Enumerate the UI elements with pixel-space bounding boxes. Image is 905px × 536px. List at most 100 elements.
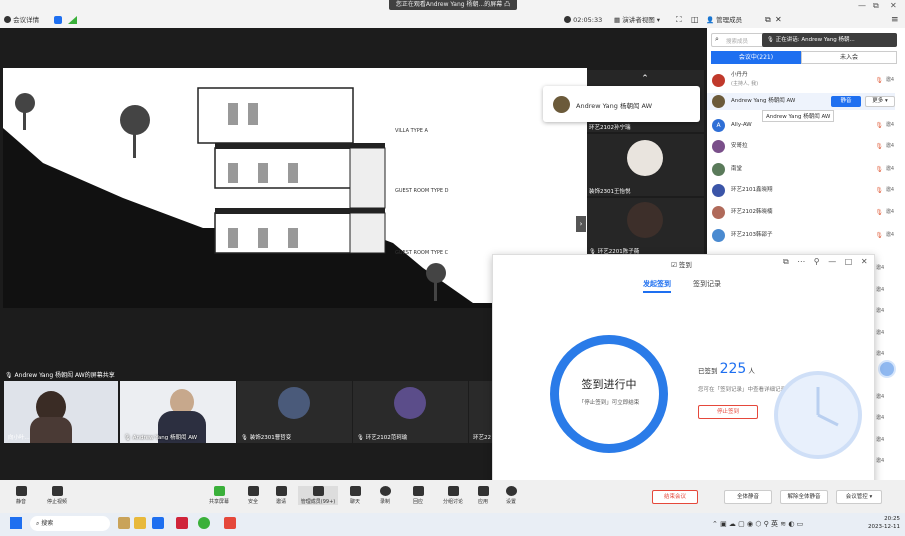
gear-icon	[505, 486, 517, 496]
security-button[interactable]: 安全	[240, 486, 266, 505]
invite-button[interactable]: 邀请	[268, 486, 294, 505]
mic-muted-icon[interactable]: 🎙	[875, 227, 883, 244]
taskbar-search[interactable]: ⌕ 搜索	[30, 516, 110, 531]
mic-muted-icon[interactable]: 🎙	[875, 117, 883, 134]
shield-icon[interactable]	[54, 16, 62, 24]
participant-row[interactable]: 安哥拉 🎙 邀4	[707, 138, 895, 155]
mic-muted-icon[interactable]: 🎙	[875, 72, 883, 89]
video-thumb[interactable]: 🎙 环艺2201陈子薇	[587, 198, 704, 256]
participant-role: (主持人, 我)	[731, 81, 759, 87]
participant-name: Andrew Yang 杨朝闳 AW	[731, 98, 796, 104]
video-thumb[interactable]: 装饰2301王怡悦	[587, 134, 704, 196]
participant-row[interactable]: 环艺2102韩晓楠 🎙 邀4	[707, 204, 895, 221]
record-button[interactable]: 录制	[372, 486, 398, 505]
close-panel-icon[interactable]: ✕	[775, 14, 782, 26]
manage-members-button[interactable]: 管理成员(99+)	[298, 486, 338, 505]
layout-icon[interactable]: ◫	[691, 14, 699, 26]
mute-participant-button[interactable]: 静音	[831, 96, 861, 107]
share-owner-name: Andrew Yang 杨朝闳 AW的屏幕共享	[14, 372, 115, 379]
manage-label: 管理成员(99+)	[300, 499, 336, 505]
video-tile[interactable]: 🎙 环艺2102范珂瑜	[353, 381, 468, 443]
stop-video-button[interactable]: 停止视频	[44, 486, 70, 505]
avatar	[627, 202, 663, 238]
dialog-window-controls[interactable]: ⧉ ⋯ ⚲ — □ ✕	[783, 257, 871, 267]
avatar	[712, 95, 725, 108]
participant-row[interactable]: 小丹丹 (主持人, 我) 🎙 邀4	[707, 72, 895, 92]
tab-start-sign-in[interactable]: 发起签到	[643, 279, 671, 293]
manage-members-button[interactable]: 👤 管理成员	[706, 14, 742, 26]
system-clock[interactable]: 20:25 2023-12-11	[862, 515, 900, 531]
meeting-details-label: 会议详情	[13, 16, 40, 24]
menu-icon[interactable]: ≡	[891, 14, 899, 26]
settings-button[interactable]: 设置	[498, 486, 524, 505]
network-status: 邀4	[885, 187, 894, 193]
sharing-banner: 您正在观看Andrew Yang 杨朝...的屏幕 凸	[389, 0, 517, 10]
avatar	[712, 74, 725, 87]
chat-button[interactable]: 聊天	[342, 486, 368, 505]
share-owner-label: 🎙 Andrew Yang 杨朝闳 AW的屏幕共享	[5, 372, 115, 379]
app-icon[interactable]	[198, 517, 210, 529]
scroll-up-icon[interactable]: ⌃	[637, 74, 653, 84]
settings-label: 设置	[505, 499, 516, 505]
taskbar-search-label: 搜索	[41, 520, 54, 527]
mic-muted-icon[interactable]: 🎙	[875, 138, 883, 155]
participant-row[interactable]: A Ally-AW 🎙 邀4	[707, 117, 895, 134]
network-status: 邀4	[885, 209, 894, 215]
close-icon[interactable]: ✕	[890, 1, 897, 10]
fullscreen-icon[interactable]: ⛶	[676, 14, 682, 26]
unmute-all-button[interactable]: 解除全体静音	[780, 490, 828, 504]
video-tile[interactable]: 🎙 装饰2301曹哲变	[237, 381, 352, 443]
participant-row[interactable]: 南堂 🎙 邀4	[707, 161, 895, 178]
system-tray[interactable]: ⌃ ▣ ☁ ▢ ◉ ⬡ ⚲ 英 ≋ ◐ ▭	[712, 519, 803, 529]
floating-assistant-icon[interactable]	[878, 360, 896, 378]
clock-time: 20:25	[884, 516, 900, 522]
participant-row[interactable]: 环艺2103韩邵子 🎙 邀4	[707, 227, 895, 244]
video-tile[interactable]: 环艺22	[469, 381, 493, 443]
mic-muted-icon[interactable]: 🎙	[875, 204, 883, 221]
breakout-button[interactable]: 分组讨论	[440, 486, 466, 505]
reactions-button[interactable]: 回应	[405, 486, 431, 505]
restore-icon[interactable]: ⧉	[873, 1, 879, 11]
tile-name-text: Andrew Yang 杨朝闳 AW	[132, 435, 198, 441]
more-button[interactable]: 更多 ▾	[865, 96, 895, 107]
wps-icon[interactable]	[176, 517, 188, 529]
app-icon[interactable]	[118, 517, 130, 529]
participant-name: Ally-AW	[731, 122, 752, 128]
label-villa: VILLA TYPE A	[395, 128, 428, 134]
info-icon	[4, 16, 11, 23]
tab-not-joined[interactable]: 未入会	[801, 51, 897, 64]
share-screen-button[interactable]: 共享屏幕	[206, 486, 232, 505]
share-screen-label: 共享屏幕	[208, 499, 229, 505]
count-prefix: 已签到	[698, 367, 718, 375]
app-icon[interactable]	[224, 517, 236, 529]
stop-sign-in-button[interactable]: 停止签到	[698, 405, 758, 419]
mute-button[interactable]: 静音	[8, 486, 34, 505]
meeting-details[interactable]: 会议详情	[4, 14, 39, 26]
network-status: 邀4	[885, 232, 894, 238]
video-tile[interactable]: 向小叶...	[4, 381, 118, 443]
participant-row[interactable]: 环艺2101鑫晓翔 🎙 邀4	[707, 182, 895, 199]
meeting-control-button[interactable]: 会议管控 ▾	[836, 490, 882, 504]
video-tile[interactable]: 🎙 Andrew Yang 杨朝闳 AW	[120, 381, 236, 443]
speaking-indicator: 🎙 正在讲话: Andrew Yang 杨朝...	[762, 33, 897, 47]
next-page-icon[interactable]: ›	[576, 216, 586, 232]
meeting-app-icon[interactable]	[152, 517, 164, 529]
app-icon[interactable]	[134, 517, 146, 529]
windows-start-icon[interactable]	[10, 517, 22, 529]
speaker-view-button[interactable]: ▦ 演讲者视图 ▾	[614, 14, 660, 26]
mute-all-button[interactable]: 全体静音	[724, 490, 772, 504]
popout-icon[interactable]: ⧉	[765, 14, 771, 26]
ime-indicator[interactable]: 英	[771, 520, 778, 528]
minimize-icon[interactable]: —	[858, 1, 866, 10]
signal-icon	[68, 16, 77, 24]
participant-row[interactable]: Andrew Yang 杨朝闳 AW 静音 更多 ▾	[707, 93, 895, 110]
sign-in-count: 已签到 225 人	[698, 361, 755, 377]
stop-video-label: 停止视频	[46, 499, 67, 505]
mic-muted-icon[interactable]: 🎙	[875, 161, 883, 178]
network-status: 邀4	[885, 166, 894, 172]
end-meeting-button[interactable]: 结束会议	[652, 490, 698, 504]
mic-muted-icon[interactable]: 🎙	[875, 182, 883, 199]
tab-sign-in-records[interactable]: 签到记录	[693, 279, 721, 289]
tab-in-meeting[interactable]: 会议中(221)	[711, 51, 801, 64]
apps-button[interactable]: 应用	[470, 486, 496, 505]
